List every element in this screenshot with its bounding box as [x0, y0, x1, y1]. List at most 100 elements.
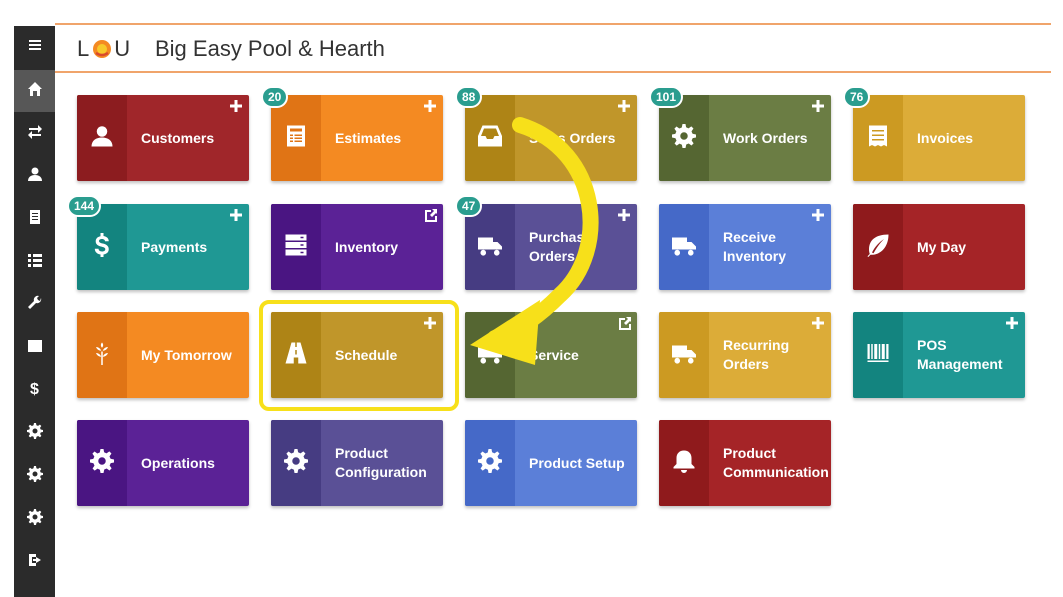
gear-icon — [672, 123, 696, 153]
logo-letter-l: L — [77, 36, 91, 61]
count-badge: 47 — [455, 195, 483, 217]
tile-icon-panel — [659, 420, 709, 506]
tile-work-orders[interactable]: Work Orders 101 — [649, 86, 831, 181]
tile-label: Work Orders — [723, 129, 808, 146]
sidebar-item-logout[interactable] — [14, 541, 55, 583]
add-plus-icon[interactable] — [229, 99, 243, 113]
dollar-icon — [90, 232, 114, 262]
sidebar-item-dollar[interactable]: $ — [14, 369, 55, 411]
count-badge: 88 — [455, 86, 483, 108]
tile-label: Customers — [141, 129, 215, 146]
company-name: Big Easy Pool & Hearth — [155, 36, 385, 61]
user-icon — [90, 124, 114, 153]
gear-icon — [26, 422, 43, 444]
tile-my-tomorrow[interactable]: My Tomorrow — [77, 312, 249, 398]
user-icon — [27, 166, 43, 187]
sidebar-item-gear[interactable] — [14, 412, 55, 454]
tile-estimates[interactable]: Estimates 20 — [261, 86, 443, 181]
external-link-icon[interactable] — [617, 316, 632, 330]
truck-icon — [672, 233, 696, 262]
sidebar-item-gear[interactable] — [14, 498, 55, 540]
add-plus-icon[interactable] — [811, 208, 825, 222]
tile-purchase-orders[interactable]: Purchase Orders 47 — [455, 195, 637, 290]
curved-arrow-annotation — [470, 117, 599, 365]
logo-o-icon — [92, 39, 112, 59]
tile-product-communication[interactable]: Product Communication — [659, 420, 831, 506]
truck-icon — [478, 341, 502, 370]
tile-service[interactable]: Service — [465, 312, 637, 398]
tile-icon-panel — [77, 312, 127, 398]
sidebar-item-document[interactable] — [14, 198, 55, 240]
app-logo[interactable]: L U — [77, 36, 131, 62]
calendar-icon — [27, 337, 43, 358]
tile-receive-inventory[interactable]: Receive Inventory — [659, 204, 831, 290]
list-icon — [27, 252, 43, 273]
gear-icon — [26, 465, 43, 487]
logout-icon — [27, 552, 43, 573]
tile-pos-management[interactable]: POS Management — [853, 312, 1025, 398]
inbox-icon — [478, 124, 502, 153]
tile-icon-panel — [271, 204, 321, 290]
add-plus-icon[interactable] — [617, 208, 631, 222]
tile-label: Service — [529, 346, 579, 363]
sidebar: $ — [14, 26, 55, 597]
gear-icon — [26, 508, 43, 530]
tile-icon-panel — [659, 204, 709, 290]
tile-product-configuration[interactable]: Product Configuration — [271, 420, 443, 506]
tile-icon-panel — [77, 420, 127, 506]
page: $ L U Big Easy Pool & Hearth Customers Es… — [0, 0, 1063, 597]
truck-icon — [672, 341, 696, 370]
add-plus-icon[interactable] — [423, 99, 437, 113]
sidebar-item-user[interactable] — [14, 155, 55, 197]
tile-label: Product Setup — [529, 454, 625, 471]
tile-label: Product Configuration — [335, 445, 427, 480]
add-plus-icon[interactable] — [1005, 316, 1019, 330]
sidebar-item-gear[interactable] — [14, 455, 55, 497]
tile-label: Purchase Orders — [529, 229, 593, 264]
tile-icon-panel — [465, 420, 515, 506]
tile-label: Recurring Orders — [723, 337, 790, 372]
tile-inventory[interactable]: Inventory — [271, 204, 443, 290]
home-icon — [27, 81, 43, 102]
tile-invoices[interactable]: Invoices 76 — [843, 86, 1025, 181]
tile-my-day[interactable]: My Day — [853, 204, 1025, 290]
tile-recurring-orders[interactable]: Recurring Orders — [659, 312, 831, 398]
sidebar-item-calendar[interactable] — [14, 326, 55, 368]
highlight-box — [259, 300, 459, 411]
logo-letter-u: U — [114, 36, 132, 61]
tile-customers[interactable]: Customers — [77, 95, 249, 181]
header: L U Big Easy Pool & Hearth — [55, 25, 1051, 73]
add-plus-icon[interactable] — [229, 208, 243, 222]
wheat-icon — [90, 341, 114, 370]
tile-product-setup[interactable]: Product Setup — [465, 420, 637, 506]
truck-icon — [478, 233, 502, 262]
barcode-icon — [866, 341, 890, 370]
tile-sales-orders[interactable]: Sales Orders 88 — [455, 86, 637, 181]
tile-label: Operations — [141, 454, 215, 471]
tile-label: My Tomorrow — [141, 346, 232, 363]
tile-icon-panel — [853, 312, 903, 398]
count-badge: 144 — [67, 195, 102, 217]
tile-payments[interactable]: Payments 144 — [67, 195, 249, 290]
add-plus-icon[interactable] — [617, 99, 631, 113]
sidebar-item-wrench[interactable] — [14, 284, 55, 326]
sidebar-item-home[interactable] — [14, 70, 55, 112]
add-plus-icon[interactable] — [811, 99, 825, 113]
sidebar-item-menu[interactable] — [14, 26, 55, 68]
receipt-icon — [866, 124, 890, 153]
sidebar-item-list[interactable] — [14, 241, 55, 283]
dollar-icon: $ — [30, 381, 39, 398]
tile-icon-panel — [465, 312, 515, 398]
tile-icon-panel — [659, 312, 709, 398]
tile-operations[interactable]: Operations — [77, 420, 249, 506]
tile-label: Sales Orders — [529, 129, 616, 146]
sidebar-item-transfer[interactable] — [14, 112, 55, 154]
tile-label: Invoices — [917, 129, 974, 146]
count-badge: 101 — [649, 86, 684, 108]
document-icon — [27, 209, 43, 230]
add-plus-icon[interactable] — [811, 316, 825, 330]
external-link-icon[interactable] — [423, 208, 438, 222]
tile-label: Inventory — [335, 238, 399, 255]
tile-label: Estimates — [335, 129, 402, 146]
gear-icon — [284, 448, 308, 478]
